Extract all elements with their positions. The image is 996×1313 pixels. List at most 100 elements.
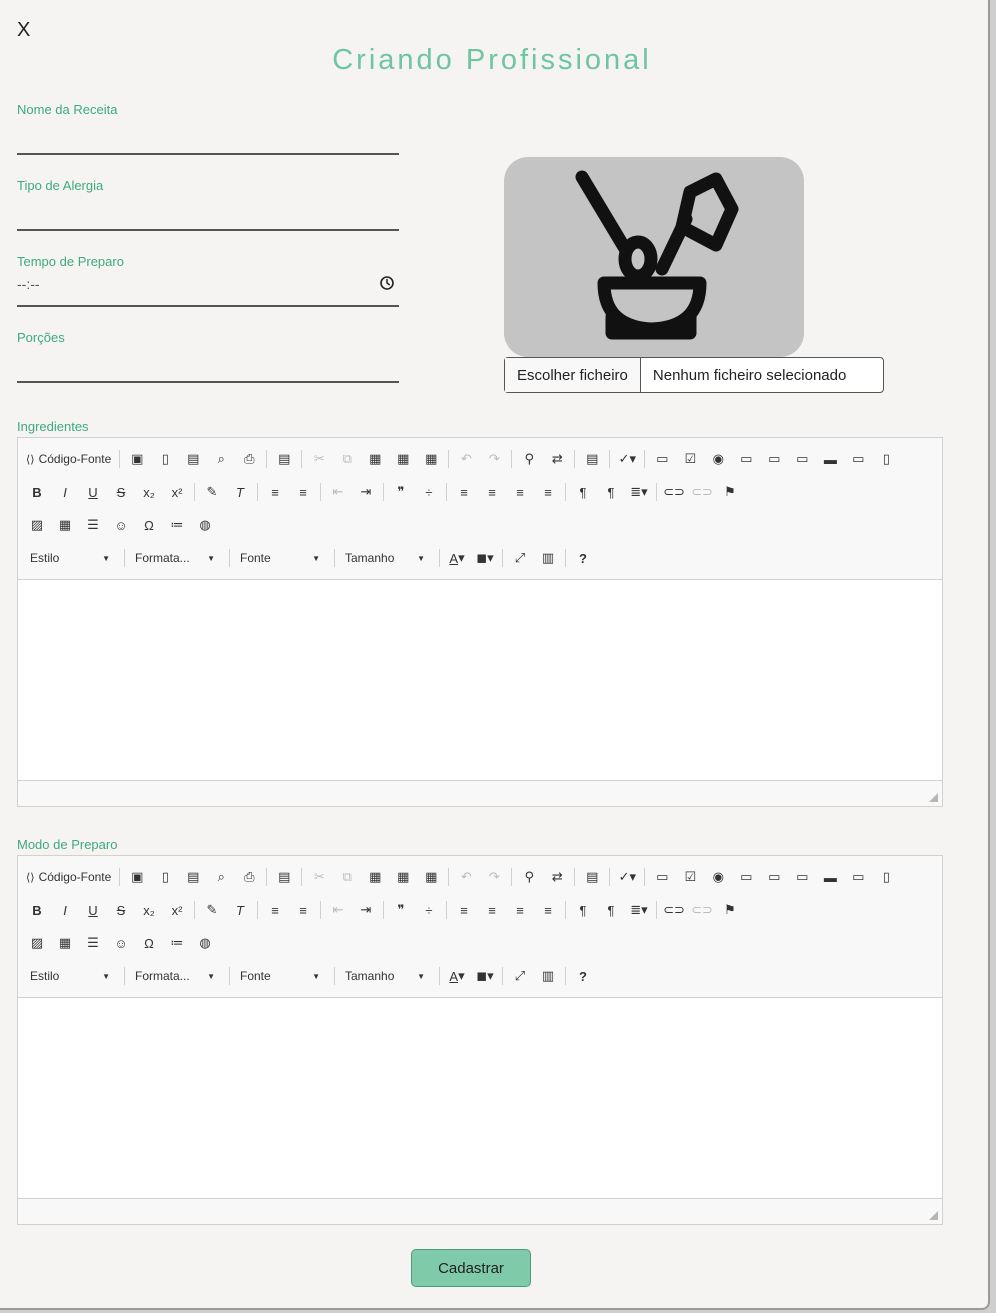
strike-icon[interactable]: S	[110, 482, 132, 502]
smiley-icon[interactable]: ☺	[110, 515, 132, 535]
submit-button[interactable]: Cadastrar	[411, 1249, 531, 1287]
file-input[interactable]: Escolher ficheiro Nenhum ficheiro seleci…	[504, 357, 884, 393]
save-icon[interactable]: ▣	[126, 867, 148, 887]
spellcheck-icon[interactable]: ✓▾	[616, 449, 638, 469]
select-icon[interactable]: ▭	[791, 449, 813, 469]
bullet-list-icon[interactable]: ≡	[292, 482, 314, 502]
cut-icon[interactable]: ✂	[308, 449, 330, 469]
save-icon[interactable]: ▣	[126, 449, 148, 469]
smiley-icon[interactable]: ☺	[110, 933, 132, 953]
copy-icon[interactable]: ⧉	[336, 867, 358, 887]
select-icon[interactable]: ▭	[791, 867, 813, 887]
replace-icon[interactable]: ⇄	[546, 867, 568, 887]
bullet-list-icon[interactable]: ≡	[292, 900, 314, 920]
templates-icon[interactable]: ▤	[273, 867, 295, 887]
choose-file-button[interactable]: Escolher ficheiro	[505, 358, 641, 392]
preparation-content-area[interactable]	[18, 997, 942, 1199]
rtl-icon[interactable]: ¶	[600, 900, 622, 920]
align-right-icon[interactable]: ≡	[509, 482, 531, 502]
paste-word-icon[interactable]: ▦	[420, 867, 442, 887]
allergy-type-input[interactable]	[17, 205, 399, 229]
paste-text-icon[interactable]: ▦	[392, 867, 414, 887]
ltr-icon[interactable]: ¶	[572, 900, 594, 920]
pdf-icon[interactable]: ▤	[182, 449, 204, 469]
paste-word-icon[interactable]: ▦	[420, 449, 442, 469]
form-icon[interactable]: ▭	[651, 867, 673, 887]
anchor-icon[interactable]: ⚑	[719, 482, 741, 502]
image-icon[interactable]: ▨	[26, 515, 48, 535]
pdf-icon[interactable]: ▤	[182, 867, 204, 887]
page-break-icon[interactable]: ≔	[166, 515, 188, 535]
font-combo[interactable]: Fonte ▼	[236, 551, 324, 565]
outdent-icon[interactable]: ⇤	[327, 482, 349, 502]
indent-icon[interactable]: ⇥	[355, 900, 377, 920]
image-button-icon[interactable]: ▭	[847, 449, 869, 469]
iframe-icon[interactable]: ◍	[194, 933, 216, 953]
align-left-icon[interactable]: ≡	[453, 482, 475, 502]
strike-icon[interactable]: S	[110, 900, 132, 920]
align-right-icon[interactable]: ≡	[509, 900, 531, 920]
ingredients-content-area[interactable]	[18, 579, 942, 781]
maximize-icon[interactable]: ⤢	[509, 548, 531, 568]
button-icon[interactable]: ▬	[819, 867, 841, 887]
image-button-icon[interactable]: ▭	[847, 867, 869, 887]
cut-icon[interactable]: ✂	[308, 867, 330, 887]
textfield-icon[interactable]: ▭	[735, 449, 757, 469]
allergy-type-field[interactable]	[17, 205, 399, 231]
select-all-icon[interactable]: ▤	[581, 867, 603, 887]
underline-icon[interactable]: U	[82, 900, 104, 920]
size-combo[interactable]: Tamanho ▼	[341, 969, 429, 983]
remove-format-icon[interactable]: T	[229, 482, 251, 502]
undo-icon[interactable]: ↶	[455, 867, 477, 887]
subscript-icon[interactable]: x₂	[138, 482, 160, 502]
align-center-icon[interactable]: ≡	[481, 900, 503, 920]
paste-icon[interactable]: ▦	[364, 867, 386, 887]
button-icon[interactable]: ▬	[819, 449, 841, 469]
copy-format-icon[interactable]: ✎	[201, 900, 223, 920]
italic-icon[interactable]: I	[54, 482, 76, 502]
radio-icon[interactable]: ◉	[707, 867, 729, 887]
image-icon[interactable]: ▨	[26, 933, 48, 953]
form-icon[interactable]: ▭	[651, 449, 673, 469]
portions-input[interactable]	[17, 357, 399, 381]
source-button[interactable]: ⟨⟩ Código-Fonte	[26, 452, 111, 466]
print-icon[interactable]: ⎙	[238, 449, 260, 469]
hidden-field-icon[interactable]: ▯	[875, 867, 897, 887]
textarea-icon[interactable]: ▭	[763, 449, 785, 469]
table-icon[interactable]: ▦	[54, 515, 76, 535]
ltr-icon[interactable]: ¶	[572, 482, 594, 502]
print-icon[interactable]: ⎙	[238, 867, 260, 887]
superscript-icon[interactable]: x²	[166, 482, 188, 502]
recipe-name-input[interactable]	[17, 129, 399, 153]
replace-icon[interactable]: ⇄	[546, 449, 568, 469]
format-combo[interactable]: Formata... ▼	[131, 969, 219, 983]
language-icon[interactable]: ≣▾	[628, 482, 650, 502]
prep-time-field[interactable]	[17, 281, 399, 307]
remove-format-icon[interactable]: T	[229, 900, 251, 920]
show-blocks-icon[interactable]: ▥	[537, 966, 559, 986]
spellcheck-icon[interactable]: ✓▾	[616, 867, 638, 887]
div-icon[interactable]: ÷	[418, 482, 440, 502]
horizontal-rule-icon[interactable]: ☰	[82, 515, 104, 535]
help-icon[interactable]: ?	[572, 966, 594, 986]
justify-icon[interactable]: ≡	[537, 900, 559, 920]
paste-text-icon[interactable]: ▦	[392, 449, 414, 469]
align-left-icon[interactable]: ≡	[453, 900, 475, 920]
find-icon[interactable]: ⚲	[518, 867, 540, 887]
close-button[interactable]: X	[17, 19, 30, 42]
maximize-icon[interactable]: ⤢	[509, 966, 531, 986]
bold-icon[interactable]: B	[26, 900, 48, 920]
preview-icon[interactable]: ⌕	[210, 449, 232, 469]
checkbox-icon[interactable]: ☑	[679, 867, 701, 887]
select-all-icon[interactable]: ▤	[581, 449, 603, 469]
unlink-icon[interactable]: ⊂⊃	[691, 900, 713, 920]
resize-handle-icon[interactable]	[929, 1211, 938, 1220]
templates-icon[interactable]: ▤	[273, 449, 295, 469]
special-char-icon[interactable]: Ω	[138, 933, 160, 953]
find-icon[interactable]: ⚲	[518, 449, 540, 469]
textfield-icon[interactable]: ▭	[735, 867, 757, 887]
redo-icon[interactable]: ↷	[483, 867, 505, 887]
style-combo[interactable]: Estilo ▼	[26, 969, 114, 983]
special-char-icon[interactable]: Ω	[138, 515, 160, 535]
copy-format-icon[interactable]: ✎	[201, 482, 223, 502]
